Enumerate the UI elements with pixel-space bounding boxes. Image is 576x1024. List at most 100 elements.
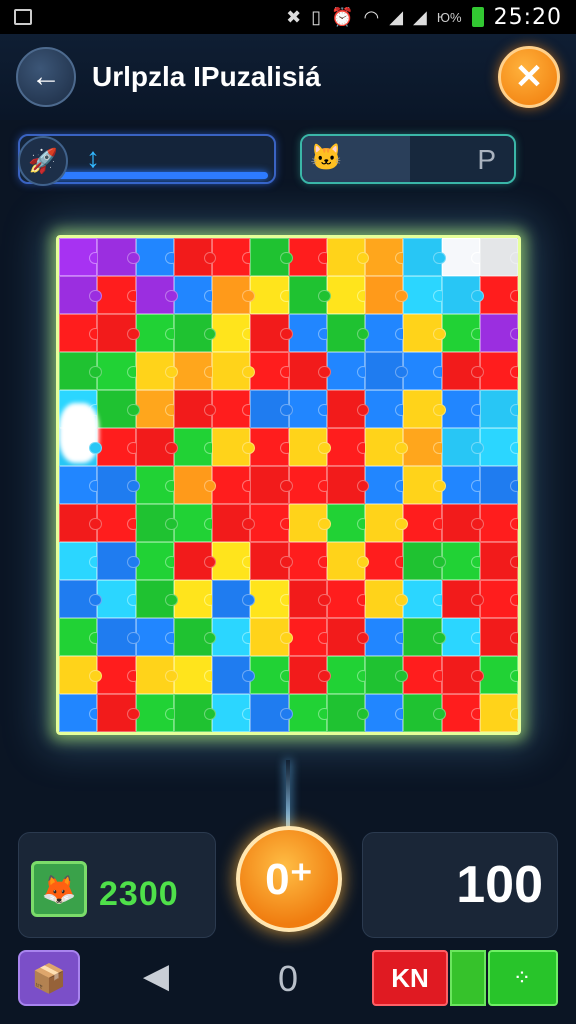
puzzle-piece[interactable]	[365, 618, 408, 656]
puzzle-piece[interactable]	[212, 694, 255, 732]
puzzle-piece[interactable]	[403, 504, 447, 542]
puzzle-piece[interactable]	[97, 466, 141, 504]
puzzle-piece[interactable]	[326, 694, 370, 732]
puzzle-piece[interactable]	[479, 428, 518, 466]
puzzle-piece[interactable]	[326, 618, 370, 656]
puzzle-piece[interactable]	[288, 238, 332, 276]
puzzle-piece[interactable]	[479, 238, 518, 276]
puzzle-piece[interactable]	[250, 580, 294, 618]
puzzle-piece[interactable]	[59, 542, 102, 580]
puzzle-piece[interactable]	[365, 694, 408, 732]
puzzle-piece[interactable]	[173, 276, 217, 314]
puzzle-piece[interactable]	[365, 466, 408, 504]
puzzle-piece[interactable]	[212, 352, 255, 390]
puzzle-piece[interactable]	[403, 428, 447, 466]
puzzle-piece[interactable]	[59, 580, 102, 618]
puzzle-piece[interactable]	[97, 428, 141, 466]
puzzle-piece[interactable]	[441, 390, 485, 428]
puzzle-piece[interactable]	[365, 504, 408, 542]
puzzle-piece[interactable]	[250, 656, 294, 694]
puzzle-piece[interactable]	[135, 428, 179, 466]
puzzle-piece[interactable]	[288, 314, 332, 352]
puzzle-piece[interactable]	[403, 352, 447, 390]
puzzle-piece[interactable]	[250, 352, 294, 390]
puzzle-piece[interactable]	[365, 314, 408, 352]
back-button[interactable]: ←	[16, 47, 76, 107]
puzzle-piece[interactable]	[97, 542, 141, 580]
puzzle-piece[interactable]	[97, 390, 141, 428]
puzzle-piece[interactable]	[173, 504, 217, 542]
puzzle-piece[interactable]	[441, 466, 485, 504]
puzzle-piece[interactable]	[479, 694, 518, 732]
puzzle-piece[interactable]	[250, 694, 294, 732]
puzzle-piece[interactable]	[326, 428, 370, 466]
puzzle-piece[interactable]	[135, 238, 179, 276]
puzzle-piece[interactable]	[326, 542, 370, 580]
puzzle-piece[interactable]	[479, 276, 518, 314]
puzzle-piece[interactable]	[173, 694, 217, 732]
puzzle-piece[interactable]	[135, 276, 179, 314]
puzzle-piece[interactable]	[403, 618, 447, 656]
puzzle-piece[interactable]	[365, 580, 408, 618]
puzzle-piece[interactable]	[365, 428, 408, 466]
puzzle-piece[interactable]	[365, 352, 408, 390]
puzzle-piece[interactable]	[135, 466, 179, 504]
puzzle-piece[interactable]	[441, 352, 485, 390]
puzzle-piece[interactable]	[59, 504, 102, 542]
puzzle-piece[interactable]	[403, 580, 447, 618]
puzzle-piece[interactable]	[212, 542, 255, 580]
puzzle-piece[interactable]	[288, 504, 332, 542]
puzzle-piece[interactable]	[97, 580, 141, 618]
puzzle-piece[interactable]	[479, 314, 518, 352]
puzzle-piece[interactable]	[326, 276, 370, 314]
puzzle-piece[interactable]	[212, 428, 255, 466]
puzzle-piece[interactable]	[441, 276, 485, 314]
puzzle-piece[interactable]	[403, 542, 447, 580]
puzzle-piece[interactable]	[212, 466, 255, 504]
puzzle-piece[interactable]	[212, 504, 255, 542]
puzzle-piece[interactable]	[288, 618, 332, 656]
puzzle-piece[interactable]	[97, 504, 141, 542]
puzzle-piece[interactable]	[135, 656, 179, 694]
puzzle-piece[interactable]	[250, 390, 294, 428]
puzzle-piece[interactable]	[365, 390, 408, 428]
puzzle-piece[interactable]	[59, 694, 102, 732]
puzzle-piece[interactable]	[479, 618, 518, 656]
puzzle-piece[interactable]	[365, 238, 408, 276]
puzzle-piece[interactable]	[212, 390, 255, 428]
puzzle-piece[interactable]	[59, 314, 102, 352]
puzzle-piece[interactable]	[59, 466, 102, 504]
puzzle-piece[interactable]	[97, 618, 141, 656]
green-square[interactable]	[450, 950, 486, 1006]
puzzle-piece[interactable]	[135, 504, 179, 542]
puzzle-piece[interactable]	[441, 504, 485, 542]
close-button[interactable]: ✕	[498, 46, 560, 108]
puzzle-piece[interactable]	[479, 390, 518, 428]
puzzle-piece[interactable]	[97, 276, 141, 314]
puzzle-piece[interactable]	[326, 390, 370, 428]
puzzle-piece[interactable]	[403, 238, 447, 276]
puzzle-piece[interactable]	[250, 504, 294, 542]
puzzle-piece[interactable]	[326, 352, 370, 390]
puzzle-piece[interactable]	[365, 656, 408, 694]
puzzle-piece[interactable]	[173, 656, 217, 694]
puzzle-piece[interactable]	[365, 542, 408, 580]
puzzle-piece[interactable]	[288, 656, 332, 694]
puzzle-piece[interactable]	[250, 428, 294, 466]
puzzle-piece[interactable]	[288, 276, 332, 314]
puzzle-piece[interactable]	[250, 238, 294, 276]
puzzle-piece[interactable]	[59, 352, 102, 390]
hint-panel[interactable]: 🐱 P	[300, 134, 516, 184]
puzzle-piece[interactable]	[212, 656, 255, 694]
puzzle-piece[interactable]	[441, 580, 485, 618]
green-grid-button[interactable]: ⁘	[488, 950, 558, 1006]
puzzle-piece[interactable]	[250, 542, 294, 580]
puzzle-piece[interactable]	[97, 314, 141, 352]
rocket-button[interactable]: 🚀	[18, 136, 68, 186]
puzzle-piece[interactable]	[212, 580, 255, 618]
puzzle-piece[interactable]	[250, 314, 294, 352]
box-button[interactable]: 📦	[18, 950, 80, 1006]
puzzle-piece[interactable]	[326, 466, 370, 504]
puzzle-piece[interactable]	[250, 276, 294, 314]
red-action-button[interactable]: KN	[372, 950, 448, 1006]
